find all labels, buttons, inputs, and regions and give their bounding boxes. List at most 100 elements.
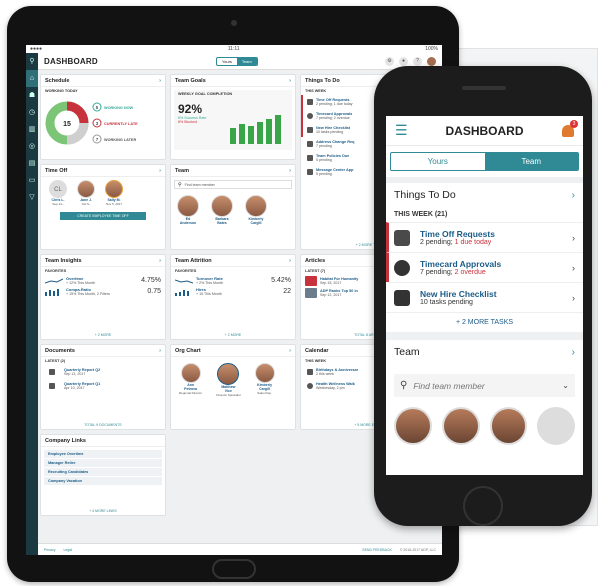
attrition-row[interactable]: Hires + 15 This Month 22 — [171, 286, 295, 297]
bell-icon[interactable]: 3 — [562, 119, 578, 137]
item-status: 7 pending; 2 overdue — [316, 116, 350, 120]
team-faces — [386, 407, 583, 445]
notifications-icon[interactable]: ● — [399, 56, 408, 66]
home-button[interactable] — [212, 559, 256, 579]
money-icon[interactable]: ▭ — [26, 172, 38, 189]
org-chart-card: Org Chart › Ann Petrova Regional Director M… — [170, 344, 296, 430]
avatar[interactable] — [427, 56, 436, 66]
task-item[interactable]: Time Off Requests 2 pending; 1 due today … — [386, 222, 583, 252]
attrition-row[interactable]: Turnover Rate + 2% This Month 5.42% — [171, 275, 295, 286]
chevron-right-icon[interactable]: › — [289, 348, 291, 354]
document-item[interactable]: Quarterly Report Q2 Sep 13, 2017 — [41, 365, 165, 379]
chevron-right-icon[interactable]: › — [159, 78, 161, 84]
person[interactable]: Matthew Vice Finance Specialist — [216, 363, 241, 397]
team-search-input[interactable] — [413, 380, 534, 391]
view-toggle: Yours Team — [215, 56, 258, 66]
avatar[interactable] — [489, 407, 528, 445]
avatar[interactable] — [537, 407, 575, 445]
send-feedback-link[interactable]: SEND FEEDBACK — [362, 548, 392, 552]
team-goals-card: Team Goals › WEEKLY GOAL COMPLETION 92% 6… — [170, 74, 296, 160]
goal-bar — [239, 124, 245, 144]
time-off-card: Time Off › CL Chris L. Sep 21– Jane J. Oct 5… — [40, 164, 166, 250]
avatar[interactable] — [441, 407, 480, 445]
phone-tab-yours[interactable]: Yours — [391, 153, 485, 170]
help-icon[interactable]: ? — [413, 56, 422, 66]
insight-value: 0.75 — [147, 288, 161, 295]
chevron-down-icon[interactable]: ⌄ — [562, 381, 569, 390]
phone-tab-team[interactable]: Team — [484, 153, 578, 170]
attrition-item-sub: + 2% This Month — [196, 281, 224, 285]
insight-row[interactable]: Compa-Ratio + 15% This Month, 2 Filters 0.… — [41, 286, 165, 297]
attrition-sub: FAVORITES — [175, 269, 197, 273]
signal-icon: ●●●● — [30, 46, 43, 52]
attrition-card: Team Attrition › FAVORITES Turnover Rate +… — [170, 254, 296, 340]
team-search-input[interactable]: Find team member — [185, 183, 215, 187]
more-tasks-link[interactable]: + 2 MORE TASKS — [386, 312, 583, 332]
speaker — [462, 86, 506, 90]
chevron-right-icon[interactable]: › — [289, 168, 291, 174]
person[interactable]: Ed Anderson — [177, 195, 199, 225]
target-icon[interactable]: ◎ — [26, 138, 38, 155]
legal-link[interactable]: Legal — [63, 548, 72, 552]
people-icon[interactable]: ☗ — [26, 87, 38, 104]
documents-more[interactable]: TOTAL 9 DOCUMENTS — [41, 423, 165, 427]
chevron-right-icon[interactable]: › — [289, 78, 291, 84]
search-icon[interactable]: ⚲ — [26, 53, 38, 70]
person[interactable]: Ann Petrova Regional Director — [179, 363, 202, 397]
person-last: Cargill — [250, 221, 262, 225]
task-item[interactable]: Timecard Approvals 7 pending; 2 overdue › — [386, 252, 583, 282]
insight-row[interactable]: Overtime + 12% This Month 4.75% — [41, 275, 165, 286]
person[interactable]: Sally M. Nov 5, 2017 — [105, 180, 123, 206]
create-time-off-button[interactable]: CREATE EMPLOYEE TIME OFF — [60, 212, 146, 220]
chart-icon[interactable]: ▥ — [26, 121, 38, 138]
tab-team[interactable]: Team — [236, 57, 257, 65]
phone-home-button[interactable] — [463, 486, 503, 526]
chevron-right-icon: › — [571, 189, 575, 201]
sparkline-icon — [45, 278, 63, 283]
task-item[interactable]: New Hire Checklist 10 tasks pending › — [386, 282, 583, 312]
timeoff-title: Time Off — [45, 168, 68, 174]
links-more[interactable]: + 4 MORE LINKS — [41, 509, 165, 513]
things-header[interactable]: Things To Do › — [386, 177, 583, 207]
person[interactable]: Kimberly Cargill — [245, 195, 267, 225]
person[interactable]: CL Chris L. Sep 21– — [49, 180, 67, 206]
chevron-right-icon[interactable]: › — [159, 348, 161, 354]
link-item[interactable]: Employee Overtime — [44, 450, 162, 458]
link-item[interactable]: Recruiting Candidates — [44, 468, 162, 476]
umbrella-icon — [394, 229, 410, 246]
link-item[interactable]: Company Vacation — [44, 477, 162, 485]
team-search[interactable]: ⚲ Find team member — [174, 180, 292, 189]
person[interactable]: Jane J. Oct 5– — [77, 180, 95, 206]
attrition-title: Team Attrition — [175, 258, 212, 264]
clock-icon[interactable]: ◷ — [26, 104, 38, 121]
message-icon — [307, 169, 313, 175]
top-bar: DASHBOARD Yours Team ⚙ ● ? — [38, 53, 442, 70]
person-date: Sep 21– — [52, 202, 64, 206]
chevron-right-icon[interactable]: › — [159, 258, 161, 264]
chevron-right-icon[interactable]: › — [159, 168, 161, 174]
tab-yours[interactable]: Yours — [217, 58, 237, 65]
search-icon: ⚲ — [400, 380, 408, 391]
settings-icon[interactable]: ⚙ — [385, 56, 394, 66]
chevron-right-icon[interactable]: › — [289, 258, 291, 264]
person[interactable]: Kimberly Cargill Sales Rep. — [254, 363, 275, 397]
week-label: THIS WEEK (21) — [394, 211, 448, 218]
goal-bar — [257, 122, 263, 144]
person[interactable]: Barbara Bates — [211, 195, 233, 225]
avatar: CL — [49, 180, 67, 198]
home-icon[interactable]: ⌂ — [26, 70, 38, 87]
insights-card: Team Insights › FAVORITES Overtime + 12% T… — [40, 254, 166, 340]
menu-icon[interactable]: ☰ — [395, 122, 408, 139]
privacy-link[interactable]: Privacy — [44, 548, 55, 552]
document-item[interactable]: Quarterly Report Q1 Apr 10, 2017 — [41, 379, 165, 393]
team-header[interactable]: Team › — [386, 332, 583, 364]
avatar[interactable] — [394, 407, 432, 445]
document-icon[interactable]: ▤ — [26, 155, 38, 172]
insights-more[interactable]: + 2 MORE — [41, 333, 165, 337]
link-item[interactable]: Manager Retire — [44, 459, 162, 467]
task-title: Time Off Requests — [420, 229, 495, 239]
avatar — [105, 180, 123, 198]
insights-sub: FAVORITES — [45, 269, 67, 273]
filter-icon[interactable]: ▽ — [26, 189, 38, 206]
attrition-more[interactable]: + 2 MORE — [171, 333, 295, 337]
